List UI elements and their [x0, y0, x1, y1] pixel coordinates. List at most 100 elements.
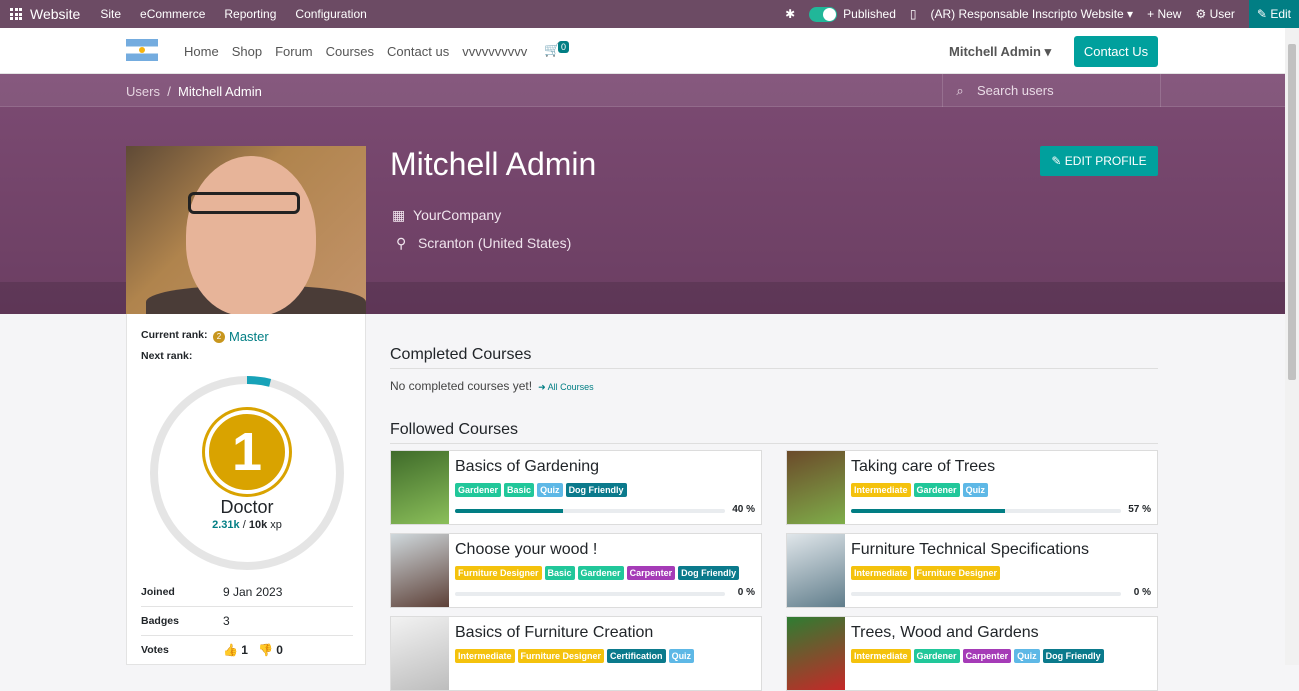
nav-forum[interactable]: Forum: [275, 44, 313, 59]
course-progress-fill: [455, 509, 563, 513]
course-tag: Quiz: [1014, 649, 1040, 663]
course-card[interactable]: Trees, Wood and Gardens Intermediate Garde…: [786, 616, 1158, 691]
course-tag: Dog Friendly: [678, 566, 740, 580]
course-tag: Intermediate: [455, 649, 515, 663]
location-line: ⚲ Scranton (United States): [396, 235, 571, 252]
breadcrumb-current: Mitchell Admin: [178, 84, 262, 99]
course-tag: Quiz: [962, 483, 989, 497]
contact-us-button[interactable]: Contact Us: [1074, 36, 1158, 67]
xp-total: 10k: [248, 519, 268, 531]
edit-button[interactable]: ✎ Edit: [1248, 0, 1299, 28]
nav-custom[interactable]: vvvvvvvvvv: [462, 44, 527, 59]
profile-hero: Users / Mitchell Admin ⌕ Search users Mi…: [0, 74, 1285, 314]
menu-ecommerce[interactable]: eCommerce: [140, 7, 205, 21]
website-switcher[interactable]: (AR) Responsable Inscripto Website ▾: [931, 7, 1134, 21]
company-line: ▦ YourCompany: [392, 207, 501, 224]
course-thumbnail[interactable]: [391, 451, 449, 524]
admin-topbar: Website Site eCommerce Reporting Configu…: [0, 0, 1299, 28]
breadcrumb-bar: Users / Mitchell Admin ⌕ Search users: [0, 74, 1285, 107]
course-card[interactable]: Basics of Furniture Creation Intermediate…: [390, 616, 762, 691]
course-tags: Intermediate Gardener Quiz: [851, 483, 991, 497]
course-thumbnail[interactable]: [391, 534, 449, 607]
course-title[interactable]: Choose your wood !: [455, 541, 597, 559]
current-rank-value[interactable]: 2 Master: [213, 329, 269, 344]
course-tag: Carpenter: [962, 649, 1012, 663]
breadcrumb: Users / Mitchell Admin: [126, 84, 262, 99]
user-dropdown[interactable]: Mitchell Admin ▾: [949, 44, 1051, 60]
menu-site[interactable]: Site: [100, 7, 121, 21]
profile-name: Mitchell Admin: [390, 146, 597, 182]
avatar-face: [186, 156, 316, 314]
course-tag: Basic: [504, 483, 535, 497]
course-title[interactable]: Basics of Furniture Creation: [455, 624, 653, 642]
breadcrumb-users[interactable]: Users: [126, 84, 160, 99]
course-tag: Furniture Designer: [913, 566, 1001, 580]
logo-flag-icon[interactable]: [126, 39, 158, 61]
course-thumbnail[interactable]: [391, 617, 449, 690]
course-tag: Basic: [544, 566, 575, 580]
nav-courses[interactable]: Courses: [326, 44, 374, 59]
course-tag: Carpenter: [626, 566, 676, 580]
course-tag: Gardener: [577, 566, 624, 580]
course-tag: Furniture Designer: [455, 566, 542, 580]
course-title[interactable]: Basics of Gardening: [455, 458, 599, 476]
course-card[interactable]: Furniture Technical Specifications Interm…: [786, 533, 1158, 608]
nav-home[interactable]: Home: [184, 44, 219, 59]
next-rank-label: Next rank:: [141, 350, 193, 362]
menu-configuration[interactable]: Configuration: [295, 7, 366, 21]
course-tag: Gardener: [455, 483, 502, 497]
stat-label: Votes: [141, 644, 169, 656]
app-name[interactable]: Website: [30, 6, 80, 22]
course-tag: Quiz: [537, 483, 563, 497]
all-courses-link[interactable]: ➜ All Courses: [538, 382, 594, 392]
rank-panel: Current rank: 2 Master Next rank: 1 Docto…: [126, 314, 366, 665]
all-courses-label: All Courses: [547, 382, 594, 392]
scrollbar-thumb[interactable]: [1288, 44, 1296, 380]
bug-icon[interactable]: ✱: [785, 7, 795, 21]
xp-unit: xp: [267, 519, 282, 531]
course-thumbnail[interactable]: [787, 451, 845, 524]
course-tag: Dog Friendly: [1042, 649, 1104, 663]
search-users-field[interactable]: ⌕ Search users: [942, 74, 1161, 107]
course-progress-fill: [851, 509, 1005, 513]
course-progress-label: 40 %: [732, 504, 755, 515]
mobile-preview-icon[interactable]: ▯: [910, 7, 917, 21]
publish-toggle[interactable]: Published: [809, 6, 896, 22]
votes-up-count: 1: [241, 643, 248, 657]
search-input[interactable]: Search users: [977, 83, 1054, 98]
avatar-glasses: [188, 192, 300, 214]
course-title[interactable]: Trees, Wood and Gardens: [851, 624, 1039, 642]
course-thumbnail[interactable]: [787, 534, 845, 607]
course-card[interactable]: Taking care of Trees Intermediate Gardener…: [786, 450, 1158, 525]
followed-courses-title: Followed Courses: [390, 421, 1158, 444]
user-name: Mitchell Admin: [949, 44, 1041, 59]
page-scrollbar[interactable]: [1285, 28, 1299, 665]
course-title[interactable]: Taking care of Trees: [851, 458, 995, 476]
toggle-switch-icon: [809, 6, 838, 22]
menu-reporting[interactable]: Reporting: [224, 7, 276, 21]
course-title[interactable]: Furniture Technical Specifications: [851, 541, 1089, 559]
course-thumbnail[interactable]: [787, 617, 845, 690]
edit-profile-button[interactable]: ✎ EDIT PROFILE: [1040, 146, 1158, 176]
nav-contact[interactable]: Contact us: [387, 44, 449, 59]
course-progress-bar: [455, 509, 725, 513]
course-card[interactable]: Basics of Gardening Gardener Basic Quiz Dog …: [390, 450, 762, 525]
company-name: YourCompany: [413, 207, 502, 223]
nav-shop[interactable]: Shop: [232, 44, 262, 59]
votes-down-count: 0: [276, 643, 283, 657]
user-button[interactable]: ⚙ User: [1195, 7, 1234, 21]
completed-empty-line: No completed courses yet! ➜ All Courses: [390, 379, 1158, 393]
apps-grid-icon[interactable]: [10, 8, 22, 20]
new-button[interactable]: + New: [1147, 7, 1181, 21]
website-navbar: Home Shop Forum Courses Contact us vvvvv…: [0, 28, 1285, 74]
thumbs-up-icon: 👍: [223, 643, 238, 657]
medal-icon: 2: [213, 330, 225, 343]
course-tags: Intermediate Gardener Carpenter Quiz Dog Fri…: [851, 649, 1107, 663]
course-tag: Intermediate: [851, 566, 911, 580]
course-progress-bar: [455, 592, 725, 596]
search-icon[interactable]: ⌕: [943, 83, 977, 99]
course-progress-bar: [851, 592, 1121, 596]
stat-value: 3: [223, 614, 230, 628]
website-label: (AR) Responsable Inscripto Website: [930, 7, 1124, 21]
course-card[interactable]: Choose your wood ! Furniture Designer Basi…: [390, 533, 762, 608]
